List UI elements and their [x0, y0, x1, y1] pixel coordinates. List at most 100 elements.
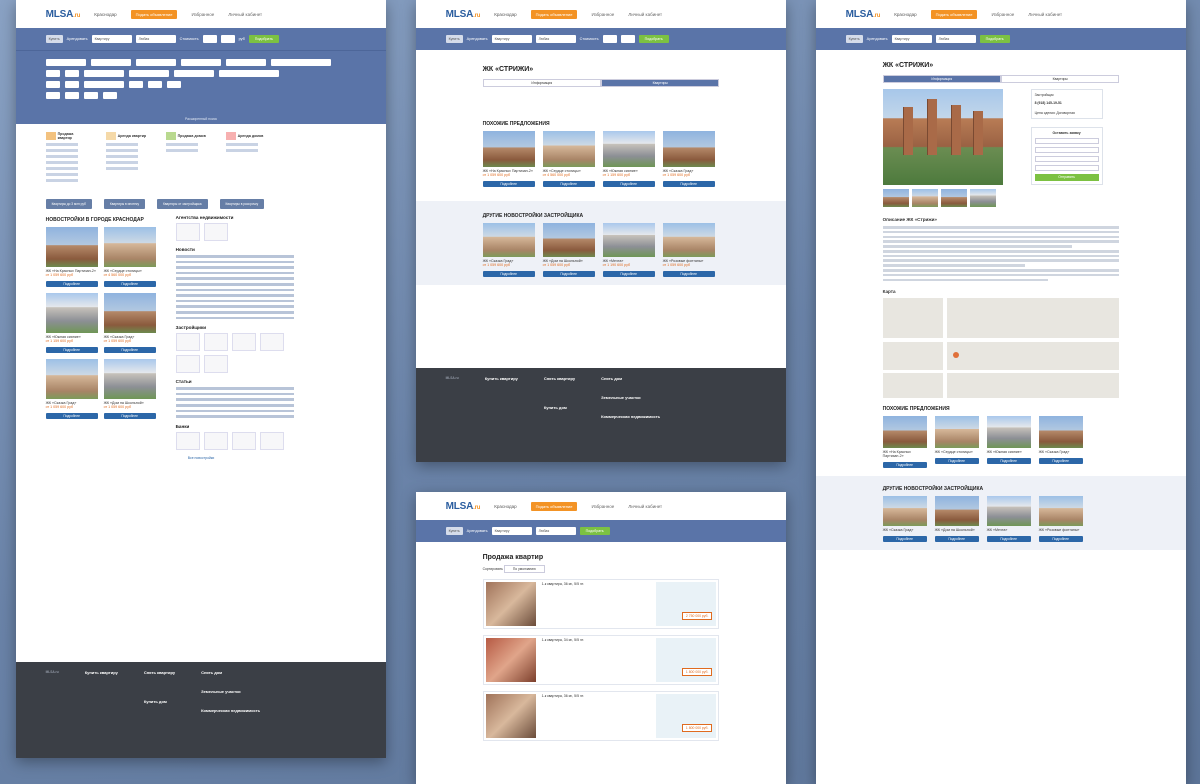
- buy-tab[interactable]: Купить: [445, 35, 463, 43]
- building-card[interactable]: ЖК «На Красных Партизан-2» от 1 059 600 р…: [482, 131, 535, 187]
- name-field[interactable]: [1034, 138, 1099, 144]
- details-button[interactable]: Подробнее: [482, 271, 535, 277]
- rooms-select[interactable]: Любая: [935, 35, 976, 43]
- details-button[interactable]: Подробнее: [45, 281, 98, 287]
- building-card[interactable]: ЖК «На Красных Партизан-2» Подробнее: [882, 416, 927, 469]
- filter-field[interactable]: [83, 70, 124, 77]
- city-selector[interactable]: Краснодар: [94, 12, 116, 17]
- map[interactable]: [882, 298, 1120, 399]
- filter-field[interactable]: [45, 92, 60, 99]
- footer-logo[interactable]: MLSA.ru: [446, 376, 459, 381]
- footer-col-title[interactable]: Снять дом: [601, 376, 660, 381]
- city-selector[interactable]: Краснодар: [494, 504, 516, 509]
- developer-logo[interactable]: [203, 333, 228, 352]
- captcha-field[interactable]: [1034, 165, 1099, 171]
- listing-item[interactable]: 1-к квартира, 36 м², 5/5 эт. 2 750 000 ру…: [482, 579, 720, 629]
- filter-field[interactable]: [173, 70, 214, 77]
- type-select[interactable]: Квартиру: [491, 527, 532, 535]
- thumbnail[interactable]: [882, 189, 909, 207]
- filter-field[interactable]: [166, 81, 181, 88]
- footer-col-title[interactable]: Коммерческая недвижимость: [201, 708, 260, 713]
- details-button[interactable]: Подробнее: [882, 462, 927, 469]
- details-button[interactable]: Подробнее: [45, 413, 98, 419]
- rent-tab[interactable]: Арендовать: [67, 37, 88, 41]
- buy-tab[interactable]: Купить: [845, 35, 863, 43]
- details-button[interactable]: Подробнее: [986, 458, 1031, 465]
- details-button[interactable]: Подробнее: [882, 536, 927, 543]
- details-button[interactable]: Подробнее: [45, 347, 98, 353]
- filter-field[interactable]: [180, 59, 221, 66]
- buy-tab[interactable]: Купить: [445, 527, 463, 535]
- cabinet-link[interactable]: Личный кабинет: [628, 12, 662, 17]
- find-button[interactable]: Подобрать: [579, 527, 610, 535]
- bank-logo[interactable]: [203, 431, 228, 450]
- sort-control[interactable]: Сортировать По умолчанию: [483, 565, 720, 573]
- tab-info[interactable]: Информация: [882, 75, 1001, 83]
- submit-ad-button[interactable]: Подать объявление: [130, 9, 178, 19]
- find-button[interactable]: Подобрать: [979, 35, 1010, 43]
- footer-col-title[interactable]: Купить дом: [144, 699, 175, 704]
- footer-col-title[interactable]: Земельные участки: [601, 395, 660, 400]
- building-card[interactable]: ЖК «Розовые фонтаны» от 1 059 600 руб Подр…: [662, 223, 715, 277]
- quick-button[interactable]: Квартиры в ипотеку: [103, 199, 146, 209]
- details-button[interactable]: Подробнее: [662, 271, 715, 277]
- favorites-link[interactable]: Избранное: [191, 12, 214, 17]
- details-button[interactable]: Подробнее: [103, 281, 156, 287]
- rooms-select[interactable]: Любая: [535, 35, 576, 43]
- quick-button[interactable]: Квартиры до 3 млн руб: [45, 199, 92, 209]
- details-button[interactable]: Подробнее: [542, 271, 595, 277]
- building-card[interactable]: ЖК «Сказка Град» от 1 059 600 руб Подробне…: [662, 131, 715, 187]
- building-card[interactable]: ЖК «Сердце столицы» от 4 560 000 руб Подро…: [542, 131, 595, 187]
- footer-col-title[interactable]: Земельные участки: [201, 689, 260, 694]
- details-button[interactable]: Подробнее: [103, 413, 156, 419]
- quick-button[interactable]: Квартиры от застройщика: [157, 199, 208, 209]
- bank-logo[interactable]: [231, 431, 256, 450]
- collapse-search[interactable]: Расширенный поиск: [16, 117, 386, 121]
- details-button[interactable]: Подробнее: [986, 536, 1031, 543]
- cabinet-link[interactable]: Личный кабинет: [228, 12, 262, 17]
- email-field[interactable]: [1034, 156, 1099, 162]
- developer-logo[interactable]: [203, 355, 228, 374]
- details-button[interactable]: Подробнее: [934, 458, 979, 465]
- map-pin-icon[interactable]: [952, 352, 959, 359]
- listing-item[interactable]: 1-к квартира, 36 м², 5/5 эт. 1 800 000 ру…: [482, 691, 720, 741]
- filter-field[interactable]: [147, 81, 162, 88]
- building-card[interactable]: ЖК «Южная сияние» от 1 159 600 руб Подробн…: [45, 293, 98, 353]
- details-button[interactable]: Подробнее: [602, 271, 655, 277]
- developer-logo[interactable]: [175, 355, 200, 374]
- filter-field[interactable]: [83, 81, 124, 88]
- building-card[interactable]: ЖК «Дом на Школьной» от 1 059 600 руб Подр…: [542, 223, 595, 277]
- buy-tab[interactable]: Купить: [45, 35, 63, 43]
- footer-col-title[interactable]: Снять квартиру: [544, 376, 575, 381]
- type-select[interactable]: Квартиру: [91, 35, 132, 43]
- catalog-item[interactable]: Аренда домов: [225, 132, 272, 185]
- agency-logo[interactable]: [175, 223, 200, 241]
- filter-field[interactable]: [270, 59, 331, 66]
- rent-tab[interactable]: Арендовать: [467, 529, 488, 533]
- filter-field[interactable]: [64, 92, 79, 99]
- filter-field[interactable]: [83, 92, 98, 99]
- rent-tab[interactable]: Арендовать: [467, 37, 488, 41]
- building-card[interactable]: ЖК «Розовые фонтаны» Подробнее: [1038, 496, 1083, 543]
- building-card[interactable]: ЖК «Южная сияние» от 1 159 600 руб Подробн…: [602, 131, 655, 187]
- building-card[interactable]: ЖК «Сказка Град» Подробнее: [1038, 416, 1083, 468]
- filter-field[interactable]: [90, 59, 131, 66]
- filter-field[interactable]: [128, 70, 169, 77]
- building-card[interactable]: ЖК «Мечта» Подробнее: [986, 496, 1031, 543]
- filter-field[interactable]: [45, 70, 60, 77]
- developer-phone[interactable]: 8 (918) 145-19-51: [1035, 101, 1099, 105]
- bank-logo[interactable]: [259, 431, 284, 450]
- developer-logo[interactable]: [231, 333, 256, 352]
- quick-button[interactable]: Квартиры в рассрочку: [219, 199, 265, 209]
- footer-col-title[interactable]: Купить квартиру: [85, 670, 118, 675]
- logo[interactable]: MLSA.ru: [446, 501, 481, 512]
- logo[interactable]: MLSA.ru: [46, 9, 81, 20]
- building-card[interactable]: ЖК «Сказка Град» Подробнее: [882, 496, 927, 543]
- listing-item[interactable]: 1-к квартира, 34 м², 5/5 эт. 1 800 000 ру…: [482, 635, 720, 685]
- tab-flats[interactable]: Квартиры: [1001, 75, 1120, 83]
- submit-ad-button[interactable]: Подать объявление: [530, 501, 578, 511]
- footer-col-title[interactable]: Купить квартиру: [485, 376, 518, 381]
- rooms-select[interactable]: Любая: [135, 35, 176, 43]
- footer-col-title[interactable]: Купить дом: [544, 405, 575, 410]
- cabinet-link[interactable]: Личный кабинет: [628, 504, 662, 509]
